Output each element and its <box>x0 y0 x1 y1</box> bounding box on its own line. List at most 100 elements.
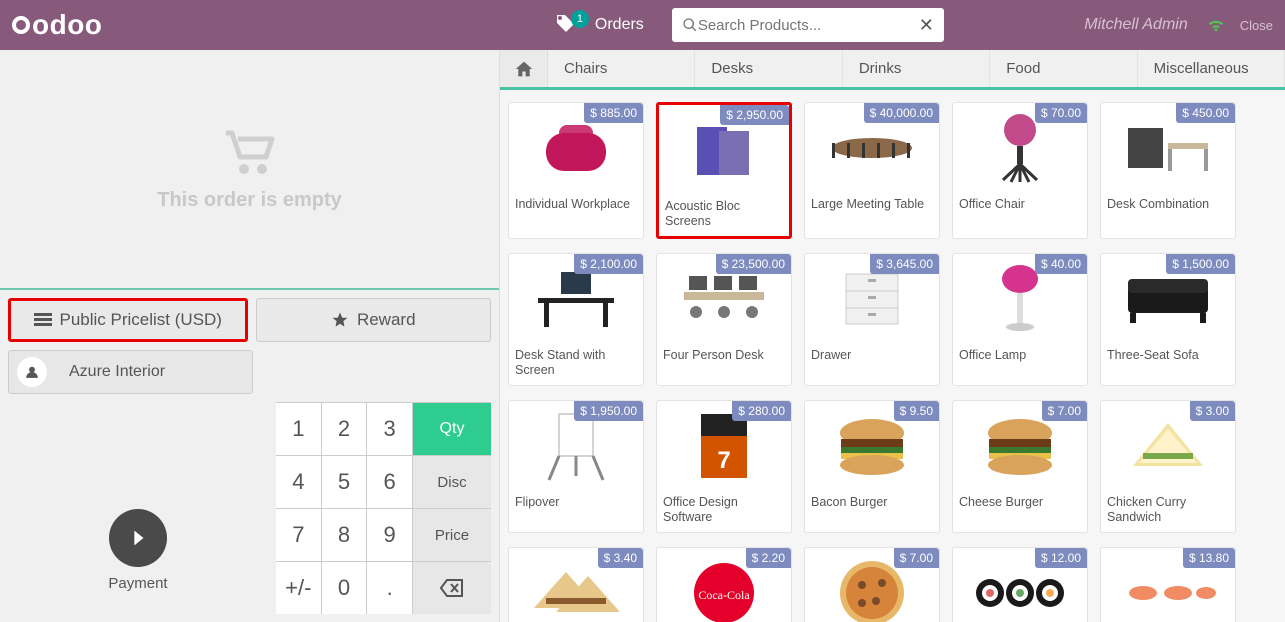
product-card[interactable]: $ 40,000.00 Large Meeting Table <box>804 102 940 239</box>
numpad-dot[interactable]: . <box>367 562 412 614</box>
product-price: $ 40,000.00 <box>864 103 939 123</box>
product-name: Acoustic Bloc Screens <box>659 195 789 236</box>
numpad-price[interactable]: Price <box>413 509 491 561</box>
product-price: $ 3,645.00 <box>870 254 939 274</box>
product-price: $ 7.00 <box>894 548 939 568</box>
product-name: Three-Seat Sofa <box>1101 344 1235 370</box>
numpad-0[interactable]: 0 <box>322 562 367 614</box>
svg-text:Coca-Cola: Coca-Cola <box>698 588 750 602</box>
product-card[interactable]: $ 450.00 Desk Combination <box>1100 102 1236 239</box>
numpad-3[interactable]: 3 <box>367 403 412 455</box>
category-food[interactable]: Food <box>990 50 1137 87</box>
orders-count-badge: 1 <box>571 10 589 28</box>
numpad-backspace[interactable] <box>413 562 491 614</box>
product-price: $ 280.00 <box>732 401 791 421</box>
cart-icon <box>220 127 280 177</box>
product-name: Desk Combination <box>1101 193 1235 219</box>
product-card[interactable]: $ 13.80 Lunch Salmon 20pc <box>1100 547 1236 622</box>
numpad-8[interactable]: 8 <box>322 509 367 561</box>
product-price: $ 12.00 <box>1035 548 1087 568</box>
list-icon <box>34 313 52 327</box>
category-desks[interactable]: Desks <box>695 50 842 87</box>
numpad-6[interactable]: 6 <box>367 456 412 508</box>
product-price: $ 3.00 <box>1190 401 1235 421</box>
product-card[interactable]: $ 9.50 Bacon Burger <box>804 400 940 533</box>
product-price: $ 13.80 <box>1183 548 1235 568</box>
chevron-right-icon <box>127 527 149 549</box>
svg-text:7: 7 <box>717 447 730 474</box>
product-name: Large Meeting Table <box>805 193 939 219</box>
numpad-2[interactable]: 2 <box>322 403 367 455</box>
product-name: Four Person Desk <box>657 344 791 370</box>
product-card[interactable]: $ 23,500.00 Four Person Desk <box>656 253 792 386</box>
pricelist-button[interactable]: Public Pricelist (USD) <box>8 298 248 342</box>
customer-button[interactable]: Azure Interior <box>8 350 253 394</box>
close-button[interactable]: Close <box>1240 18 1273 33</box>
product-price: $ 885.00 <box>584 103 643 123</box>
clear-search-icon[interactable]: ✕ <box>919 15 934 36</box>
product-card[interactable]: $ 2.20 Coca-Cola Coca-Cola <box>656 547 792 622</box>
product-grid: $ 885.00 Individual Workplace $ 2,950.00… <box>500 90 1285 622</box>
product-price: $ 3.40 <box>598 548 643 568</box>
product-card[interactable]: $ 3.00 Chicken Curry Sandwich <box>1100 400 1236 533</box>
category-misc[interactable]: Miscellaneous <box>1138 50 1285 87</box>
header-bar: odoo 1 Orders ✕ Mitchell Admin Close <box>0 0 1285 50</box>
product-price: $ 9.50 <box>894 401 939 421</box>
numpad-1[interactable]: 1 <box>276 403 321 455</box>
home-icon <box>514 60 534 78</box>
numpad-9[interactable]: 9 <box>367 509 412 561</box>
orders-label: Orders <box>595 16 644 34</box>
product-price: $ 1,500.00 <box>1166 254 1235 274</box>
wifi-icon <box>1206 17 1226 33</box>
empty-order-text: This order is empty <box>157 189 342 212</box>
product-card[interactable]: $ 2,100.00 Desk Stand with Screen <box>508 253 644 386</box>
product-card[interactable]: $ 70.00 Office Chair <box>952 102 1088 239</box>
product-name: Drawer <box>805 344 939 370</box>
product-price: $ 2,950.00 <box>720 105 789 125</box>
search-box[interactable]: ✕ <box>672 8 944 42</box>
backspace-icon <box>440 579 464 597</box>
category-tabs: Chairs Desks Drinks Food Miscellaneous <box>500 50 1285 90</box>
product-card[interactable]: $ 3,645.00 Drawer <box>804 253 940 386</box>
product-card[interactable]: $ 12.00 Lunch Maki 18pc <box>952 547 1088 622</box>
numpad-7[interactable]: 7 <box>276 509 321 561</box>
user-name[interactable]: Mitchell Admin <box>1084 16 1187 34</box>
product-card[interactable]: $ 1,500.00 Three-Seat Sofa <box>1100 253 1236 386</box>
product-card[interactable]: $ 2,950.00 Acoustic Bloc Screens <box>656 102 792 239</box>
product-price: $ 1,950.00 <box>574 401 643 421</box>
numpad-plusminus[interactable]: +/- <box>276 562 321 614</box>
reward-button[interactable]: Reward <box>256 298 492 342</box>
product-price: $ 2,100.00 <box>574 254 643 274</box>
product-price: $ 70.00 <box>1035 103 1087 123</box>
person-icon <box>17 357 47 387</box>
payment-button[interactable] <box>109 509 167 567</box>
product-card[interactable]: $ 40.00 Office Lamp <box>952 253 1088 386</box>
numpad-qty[interactable]: Qty <box>413 403 491 455</box>
category-drinks[interactable]: Drinks <box>843 50 990 87</box>
logo: odoo <box>12 9 102 41</box>
product-card[interactable]: $ 7.00 Cheese Burger <box>952 400 1088 533</box>
product-card[interactable]: $ 885.00 Individual Workplace <box>508 102 644 239</box>
category-chairs[interactable]: Chairs <box>548 50 695 87</box>
product-price: $ 40.00 <box>1035 254 1087 274</box>
product-name: Office Lamp <box>953 344 1087 370</box>
product-card[interactable]: $ 7.00 Funghi <box>804 547 940 622</box>
product-price: $ 2.20 <box>746 548 791 568</box>
product-price: $ 450.00 <box>1176 103 1235 123</box>
product-price: $ 7.00 <box>1042 401 1087 421</box>
product-name: Cheese Burger <box>953 491 1087 517</box>
numpad-5[interactable]: 5 <box>322 456 367 508</box>
product-card[interactable]: $ 3.40 Club Sandwich <box>508 547 644 622</box>
orders-button[interactable]: 1 Orders <box>553 13 644 37</box>
product-card[interactable]: $ 280.00 7 Office Design Software <box>656 400 792 533</box>
product-card[interactable]: $ 1,950.00 Flipover <box>508 400 644 533</box>
product-price: $ 23,500.00 <box>716 254 791 274</box>
numpad-disc[interactable]: Disc <box>413 456 491 508</box>
product-name: Desk Stand with Screen <box>509 344 643 385</box>
category-home[interactable] <box>500 50 548 87</box>
search-icon <box>682 17 698 33</box>
search-input[interactable] <box>698 17 919 34</box>
payment-label: Payment <box>108 575 167 592</box>
product-name: Flipover <box>509 491 643 517</box>
numpad-4[interactable]: 4 <box>276 456 321 508</box>
